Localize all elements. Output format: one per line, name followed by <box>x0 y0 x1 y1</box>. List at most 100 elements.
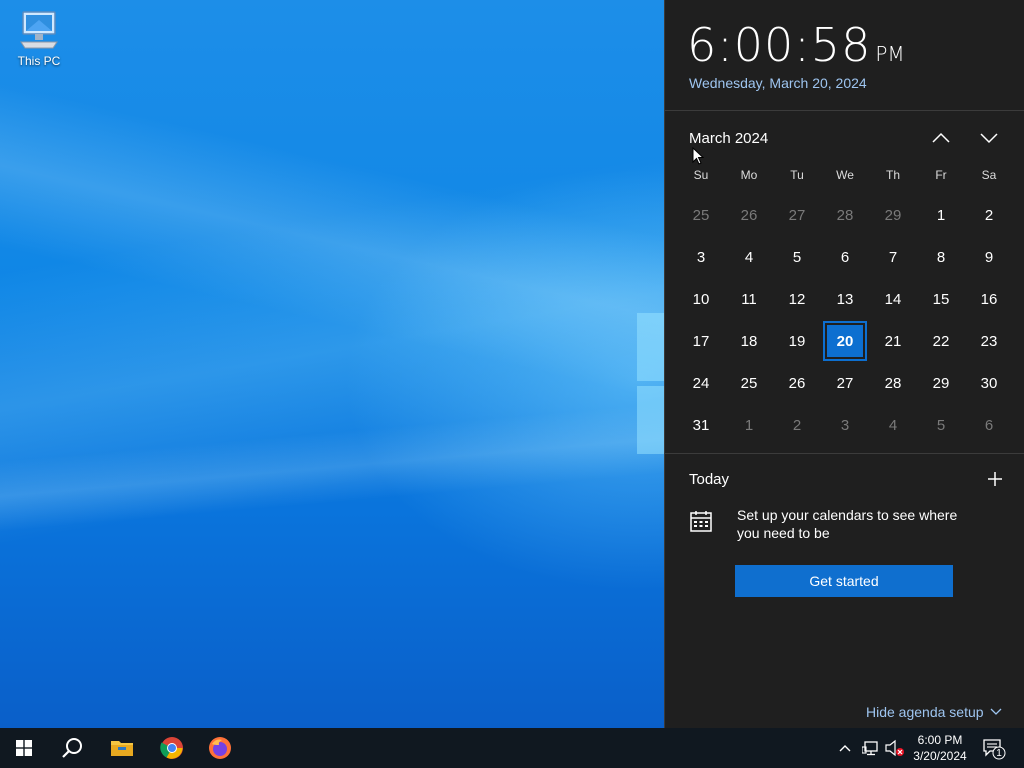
weekday-label: Su <box>693 168 709 182</box>
weekday-label: Fr <box>935 168 947 182</box>
calendar-day[interactable]: 25 <box>725 362 773 404</box>
calendar-day[interactable]: 26 <box>725 194 773 236</box>
calendar-day[interactable]: 13 <box>821 278 869 320</box>
calendar-day[interactable]: 26 <box>773 362 821 404</box>
calendar-day[interactable]: 22 <box>917 320 965 362</box>
calendar-day[interactable]: 3 <box>821 404 869 446</box>
chevron-up-icon <box>932 132 950 143</box>
calendar-day[interactable]: 23 <box>965 320 1013 362</box>
divider <box>665 453 1024 454</box>
calendar-day[interactable]: 2 <box>773 404 821 446</box>
start-icon <box>16 740 32 756</box>
calendar-day[interactable]: 16 <box>965 278 1013 320</box>
calendar-day[interactable]: 4 <box>869 404 917 446</box>
calendar-day[interactable]: 1 <box>725 404 773 446</box>
calendar-day[interactable]: 17 <box>677 320 725 362</box>
calendar-day[interactable]: 5 <box>917 404 965 446</box>
calendar-day[interactable]: 30 <box>965 362 1013 404</box>
desktop-icon-label: This PC <box>17 54 61 68</box>
next-month-button[interactable] <box>972 124 1006 152</box>
network-button[interactable] <box>861 739 880 762</box>
hide-agenda-label: Hide agenda setup <box>866 704 984 720</box>
calendar-day[interactable]: 27 <box>821 362 869 404</box>
clock-ampm: PM <box>875 42 905 66</box>
calendar-day[interactable]: 10 <box>677 278 725 320</box>
add-event-button[interactable] <box>983 467 1007 491</box>
calendar-day[interactable]: 18 <box>725 320 773 362</box>
clock-time: 6:00:58 <box>687 18 872 72</box>
weekday-label: Tu <box>790 168 804 182</box>
chevron-up-icon <box>839 745 851 752</box>
hide-agenda-setup-link[interactable]: Hide agenda setup <box>866 704 1002 720</box>
notification-count-badge: 1 <box>996 748 1002 759</box>
calendar-day[interactable]: 5 <box>773 236 821 278</box>
volume-muted-icon <box>885 739 904 757</box>
file-explorer-button[interactable] <box>98 728 146 768</box>
taskbar: 6:00 PM 3/20/2024 1 <box>0 728 1024 768</box>
calendar-day[interactable]: 1 <box>917 194 965 236</box>
weekday-label: Sa <box>981 168 997 182</box>
firefox-icon <box>209 737 231 759</box>
calendar-day[interactable]: 7 <box>869 236 917 278</box>
get-started-button[interactable]: Get started <box>735 565 953 597</box>
calendar-day[interactable]: 29 <box>869 194 917 236</box>
divider <box>665 110 1024 111</box>
calendar-day[interactable]: 11 <box>725 278 773 320</box>
wallpaper-logo-pane <box>637 386 664 454</box>
calendar-day[interactable]: 14 <box>869 278 917 320</box>
calendar-day[interactable]: 3 <box>677 236 725 278</box>
computer-icon <box>20 11 58 49</box>
calendar-day[interactable]: 24 <box>677 362 725 404</box>
clock-time-display: 6:00:58 PM <box>687 18 905 72</box>
firefox-button[interactable] <box>196 728 244 768</box>
taskbar-time: 6:00 PM <box>917 733 963 747</box>
calendar-day[interactable]: 9 <box>965 236 1013 278</box>
plus-icon <box>988 472 1002 486</box>
show-hidden-icons-button[interactable] <box>838 739 852 762</box>
mouse-cursor-icon <box>692 147 704 165</box>
calendar-day[interactable]: 6 <box>965 404 1013 446</box>
taskbar-clock[interactable]: 6:00 PM 3/20/2024 <box>904 732 976 764</box>
calendar-icon <box>689 509 713 538</box>
calendar-flyout: 6:00:58 PM Wednesday, March 20, 2024 Marc… <box>664 0 1024 728</box>
agenda-today-label: Today <box>689 471 730 488</box>
calendar-day[interactable]: 27 <box>773 194 821 236</box>
calendar-day[interactable]: 8 <box>917 236 965 278</box>
chevron-down-icon <box>980 133 998 144</box>
chevron-down-icon <box>990 708 1002 715</box>
calendar-day[interactable]: 15 <box>917 278 965 320</box>
calendar-day[interactable]: 6 <box>821 236 869 278</box>
weekday-label: Mo <box>740 168 758 182</box>
calendar-day[interactable]: 28 <box>869 362 917 404</box>
weekday-label: Th <box>885 168 900 182</box>
volume-button[interactable] <box>885 739 905 762</box>
month-label[interactable]: March 2024 <box>689 130 768 147</box>
calendar-grid: 25 26 27 28 29 1 2 3 4 5 6 7 8 9 10 11 12 13 14 15 16 17 18 19 2… <box>677 194 1013 446</box>
calendar-day[interactable]: 25 <box>677 194 725 236</box>
search-icon <box>62 738 82 758</box>
calendar-day-today[interactable]: 20 <box>823 321 867 361</box>
calendar-day[interactable]: 28 <box>821 194 869 236</box>
taskbar-date: 3/20/2024 <box>913 749 967 763</box>
desktop-icon-this-pc[interactable]: This PC <box>10 8 68 68</box>
calendar-day[interactable]: 2 <box>965 194 1013 236</box>
agenda-setup-text: Set up your calendars to see where you n… <box>737 507 958 541</box>
calendar-day[interactable]: 29 <box>917 362 965 404</box>
clock-date-link[interactable]: Wednesday, March 20, 2024 <box>689 75 867 91</box>
action-center-button[interactable]: 1 <box>982 738 1008 765</box>
calendar-day[interactable]: 4 <box>725 236 773 278</box>
wallpaper-logo-pane <box>637 313 664 381</box>
weekday-header: Su Mo Tu We Th Fr Sa <box>677 168 1013 182</box>
start-button[interactable] <box>0 728 48 768</box>
weekday-label: We <box>836 168 854 182</box>
previous-month-button[interactable] <box>924 124 958 152</box>
search-button[interactable] <box>48 728 96 768</box>
calendar-day[interactable]: 31 <box>677 404 725 446</box>
calendar-day[interactable]: 12 <box>773 278 821 320</box>
chrome-icon <box>160 737 183 759</box>
file-explorer-icon <box>111 741 133 756</box>
calendar-day[interactable]: 19 <box>773 320 821 362</box>
network-icon <box>861 741 878 756</box>
chrome-button[interactable] <box>148 728 196 768</box>
calendar-day[interactable]: 21 <box>869 320 917 362</box>
